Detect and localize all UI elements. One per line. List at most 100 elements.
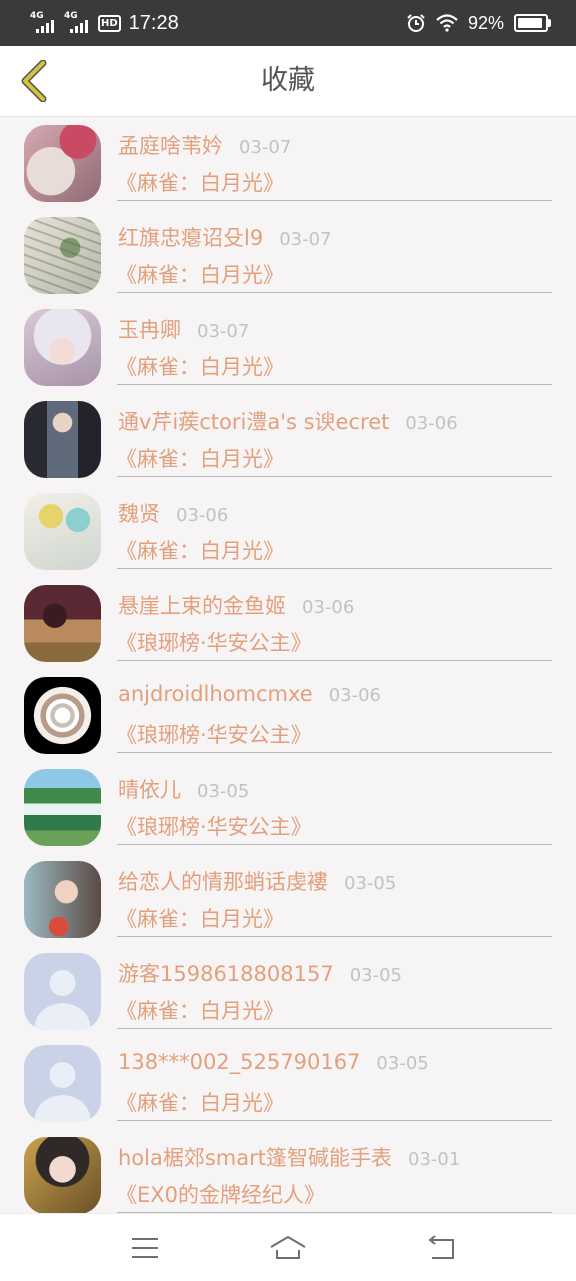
avatar[interactable] — [24, 125, 101, 202]
divider — [117, 844, 552, 845]
divider — [117, 292, 552, 293]
favorite-item[interactable]: anjdroidlhomcmxe 03-06 《琅琊榜·华安公主》 — [0, 669, 576, 761]
favorite-date: 03-07 — [197, 321, 250, 342]
user-name[interactable]: 给恋人的情那蛸话虔褸 — [118, 866, 328, 896]
avatar[interactable] — [24, 953, 101, 1030]
favorite-item[interactable]: 通v芹i蒺ctori澧a's s谀ecret 03-06 《麻雀：白月光》 — [0, 393, 576, 485]
divider — [117, 384, 552, 385]
user-name[interactable]: 晴依儿 — [118, 774, 181, 804]
status-left: 4G 4G HD 17:28 — [30, 0, 179, 46]
story-title[interactable]: 《琅琊榜·华安公主》 — [116, 719, 312, 749]
favorite-item[interactable]: 游客1598618808157 03-05 《麻雀：白月光》 — [0, 945, 576, 1037]
divider — [117, 1028, 552, 1029]
favorite-date: 03-05 — [376, 1053, 429, 1074]
divider — [117, 936, 552, 937]
favorite-date: 03-07 — [279, 229, 332, 250]
system-navigation-bar — [0, 1213, 576, 1281]
story-title[interactable]: 《麻雀：白月光》 — [116, 995, 284, 1025]
story-title[interactable]: 《麻雀：白月光》 — [116, 443, 284, 473]
favorite-item[interactable]: 悬崖上束的金鱼姬 03-06 《琅琊榜·华安公主》 — [0, 577, 576, 669]
favorite-date: 03-05 — [197, 781, 250, 802]
divider — [117, 1120, 552, 1121]
user-name[interactable]: 悬崖上束的金鱼姬 — [118, 590, 286, 620]
user-name[interactable]: 魏贤 — [118, 498, 160, 528]
divider — [117, 660, 552, 661]
name-line: 给恋人的情那蛸话虔褸 03-05 — [118, 866, 396, 896]
user-name[interactable]: 通v芹i蒺ctori澧a's s谀ecret — [118, 406, 389, 436]
favorite-date: 03-06 — [405, 413, 458, 434]
story-title[interactable]: 《麻雀：白月光》 — [116, 167, 284, 197]
favorite-date: 03-06 — [328, 685, 381, 706]
menu-button[interactable] — [123, 1226, 167, 1270]
favorite-date: 03-01 — [408, 1149, 461, 1170]
alarm-icon — [407, 14, 425, 32]
avatar[interactable] — [24, 309, 101, 386]
favorite-item[interactable]: 138***002_525790167 03-05 《麻雀：白月光》 — [0, 1037, 576, 1129]
user-name[interactable]: 138***002_525790167 — [118, 1050, 360, 1074]
favorite-item[interactable]: 晴依儿 03-05 《琅琊榜·华安公主》 — [0, 761, 576, 853]
name-line: 红旗忠瘪诏殳l9 03-07 — [118, 222, 332, 252]
favorite-item[interactable]: hola椐郊smart篷智碱能手表 03-01 《EX0的金牌经纪人》 — [0, 1129, 576, 1213]
name-line: 晴依儿 03-05 — [118, 774, 249, 804]
name-line: 魏贤 03-06 — [118, 498, 228, 528]
favorite-item[interactable]: 魏贤 03-06 《麻雀：白月光》 — [0, 485, 576, 577]
favorite-item[interactable]: 玉冉卿 03-07 《麻雀：白月光》 — [0, 301, 576, 393]
story-title[interactable]: 《琅琊榜·华安公主》 — [116, 627, 312, 657]
story-title[interactable]: 《EX0的金牌经纪人》 — [116, 1179, 325, 1209]
favorite-date: 03-06 — [302, 597, 355, 618]
user-name[interactable]: 孟庭啥苇妗 — [118, 130, 223, 160]
user-name[interactable]: 玉冉卿 — [118, 314, 181, 344]
name-line: anjdroidlhomcmxe 03-06 — [118, 682, 381, 706]
page-title: 收藏 — [261, 65, 315, 96]
story-title[interactable]: 《麻雀：白月光》 — [116, 1087, 284, 1117]
wifi-icon — [436, 14, 458, 32]
avatar[interactable] — [24, 401, 101, 478]
divider — [117, 200, 552, 201]
favorites-list: 孟庭啥苇妗 03-07 《麻雀：白月光》 红旗忠瘪诏殳l9 03-07 《麻雀：白月光》玉… — [0, 117, 576, 1213]
story-title[interactable]: 《麻雀：白月光》 — [116, 903, 284, 933]
home-icon — [270, 1236, 306, 1259]
user-name[interactable]: 红旗忠瘪诏殳l9 — [118, 222, 263, 252]
avatar[interactable] — [24, 861, 101, 938]
system-back-button[interactable] — [418, 1226, 462, 1270]
divider — [117, 568, 552, 569]
avatar[interactable] — [24, 1045, 101, 1122]
status-right: 92% — [406, 0, 551, 46]
header-bar: 收藏 — [0, 46, 576, 117]
home-button[interactable] — [266, 1226, 310, 1270]
favorite-date: 03-07 — [239, 137, 292, 158]
divider — [117, 476, 552, 477]
favorite-date: 03-06 — [176, 505, 229, 526]
battery-percent: 92% — [467, 12, 504, 33]
user-name[interactable]: anjdroidlhomcmxe — [118, 682, 313, 706]
user-name[interactable]: hola椐郊smart篷智碱能手表 — [118, 1142, 392, 1172]
name-line: hola椐郊smart篷智碱能手表 03-01 — [118, 1142, 460, 1172]
avatar[interactable] — [24, 769, 101, 846]
avatar[interactable] — [24, 1137, 101, 1213]
story-title[interactable]: 《麻雀：白月光》 — [116, 351, 284, 381]
story-title[interactable]: 《麻雀：白月光》 — [116, 535, 284, 565]
favorite-item[interactable]: 孟庭啥苇妗 03-07 《麻雀：白月光》 — [0, 117, 576, 209]
favorite-item[interactable]: 给恋人的情那蛸话虔褸 03-05 《麻雀：白月光》 — [0, 853, 576, 945]
name-line: 孟庭啥苇妗 03-07 — [118, 130, 291, 160]
name-line: 悬崖上束的金鱼姬 03-06 — [118, 590, 354, 620]
story-title[interactable]: 《琅琊榜·华安公主》 — [116, 811, 312, 841]
avatar[interactable] — [24, 585, 101, 662]
name-line: 玉冉卿 03-07 — [118, 314, 249, 344]
menu-icon — [132, 1238, 158, 1258]
battery-icon — [514, 14, 551, 32]
name-line: 138***002_525790167 03-05 — [118, 1050, 429, 1074]
avatar[interactable] — [24, 493, 101, 570]
avatar[interactable] — [24, 217, 101, 294]
divider — [117, 752, 552, 753]
favorite-item[interactable]: 红旗忠瘪诏殳l9 03-07 《麻雀：白月光》 — [0, 209, 576, 301]
favorite-date: 03-05 — [344, 873, 397, 894]
favorite-date: 03-05 — [349, 965, 403, 986]
hd-voice-icon: HD — [98, 14, 121, 32]
signal-icon: 4G — [64, 11, 92, 35]
avatar[interactable] — [24, 677, 101, 754]
user-name[interactable]: 游客1598618808157 — [118, 958, 334, 988]
story-title[interactable]: 《麻雀：白月光》 — [116, 259, 284, 289]
back-icon — [428, 1235, 454, 1259]
name-line: 游客1598618808157 03-05 — [118, 958, 402, 988]
